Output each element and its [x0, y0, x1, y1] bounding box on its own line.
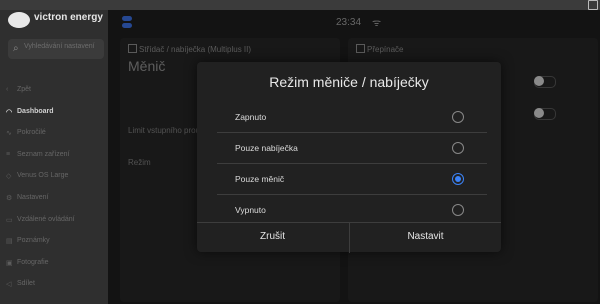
- dialog-title: Režim měniče / nabíječky: [269, 74, 429, 90]
- option-label: Pouze měnič: [235, 174, 285, 184]
- sidebar-item-photos[interactable]: ▣ Fotografie: [0, 253, 108, 275]
- sidebar-item-settings[interactable]: ⚙ Nastavení: [0, 188, 108, 210]
- sidebar-item-label: Vzdálené ovládání: [17, 215, 75, 223]
- sidebar-item-device-list[interactable]: ≡ Seznam zařízení: [0, 145, 108, 167]
- sidebar-item-venus[interactable]: ◇ Venus OS Large: [0, 166, 108, 188]
- victron-logo-mark-icon: [8, 12, 30, 28]
- option-label: Pouze nabíječka: [235, 143, 298, 153]
- sidebar-item-share[interactable]: ◁ Sdílet: [0, 274, 108, 296]
- victron-logo: victron energy: [6, 10, 106, 34]
- share-icon: ◁: [6, 281, 12, 289]
- sidebar-item-label: Seznam zařízení: [17, 150, 70, 158]
- option-pouze-menic[interactable]: Pouze měnič: [217, 164, 487, 195]
- venus-icon: ◇: [6, 173, 12, 181]
- dialog-buttons: Zrušit Nastavit: [197, 222, 501, 253]
- option-vypnuto[interactable]: Vypnuto: [217, 195, 487, 225]
- brand-name: victron energy: [34, 12, 103, 23]
- sidebar-nav: ‹ Zpět ◠ Dashboard ∿ Pokročilé ≡ Seznam …: [0, 80, 108, 296]
- sidebar-item-dashboard[interactable]: ◠ Dashboard: [0, 102, 108, 124]
- option-label: Zapnuto: [235, 112, 267, 122]
- sidebar: victron energy ⌕ Vyhledávání nastavení ‹…: [0, 10, 108, 304]
- notes-icon: ▤: [6, 238, 13, 246]
- advanced-icon: ∿: [6, 130, 12, 138]
- device-list-icon: ≡: [6, 150, 11, 158]
- option-pouze-nabijecka[interactable]: Pouze nabíječka: [217, 133, 487, 164]
- radio-button-selected[interactable]: [452, 173, 464, 185]
- sidebar-item-advanced[interactable]: ∿ Pokročilé: [0, 123, 108, 145]
- search-input[interactable]: ⌕ Vyhledávání nastavení: [8, 39, 104, 59]
- radio-button[interactable]: [452, 111, 464, 123]
- photo-icon: ▣: [6, 259, 13, 267]
- sidebar-item-label: Nastavení: [17, 193, 49, 201]
- sidebar-item-back[interactable]: ‹ Zpět: [0, 80, 108, 102]
- sidebar-item-label: Pokročilé: [17, 129, 46, 137]
- option-zapnuto[interactable]: Zapnuto: [217, 102, 487, 133]
- option-label: Vypnuto: [235, 205, 266, 215]
- search-icon: ⌕: [13, 43, 19, 54]
- sidebar-item-label: Sdílet: [17, 280, 35, 288]
- remote-icon: ▭: [6, 216, 13, 224]
- confirm-button[interactable]: Nastavit: [349, 223, 501, 253]
- radio-button[interactable]: [452, 142, 464, 154]
- mode-options: Zapnuto Pouze nabíječka Pouze měnič Vypn…: [217, 102, 487, 225]
- sidebar-item-notes[interactable]: ▤ Poznámky: [0, 231, 108, 253]
- dashboard-icon: ◠: [6, 108, 13, 116]
- sidebar-item-label: Poznámky: [17, 237, 50, 245]
- radio-button[interactable]: [452, 204, 464, 216]
- sidebar-item-label: Fotografie: [17, 258, 49, 266]
- settings-icon: ⚙: [6, 194, 13, 202]
- sidebar-item-remote[interactable]: ▭ Vzdálené ovládání: [0, 210, 108, 232]
- back-icon: ‹: [6, 86, 9, 93]
- search-placeholder: Vyhledávání nastavení: [24, 43, 95, 50]
- window-corner-icon[interactable]: [588, 0, 598, 10]
- cancel-button[interactable]: Zrušit: [197, 223, 348, 253]
- mode-dialog: Režim měniče / nabíječky Zapnuto Pouze n…: [197, 62, 501, 253]
- sidebar-item-label: Zpět: [17, 86, 32, 93]
- sidebar-item-label: Venus OS Large: [17, 172, 69, 180]
- sidebar-item-label: Dashboard: [17, 107, 54, 115]
